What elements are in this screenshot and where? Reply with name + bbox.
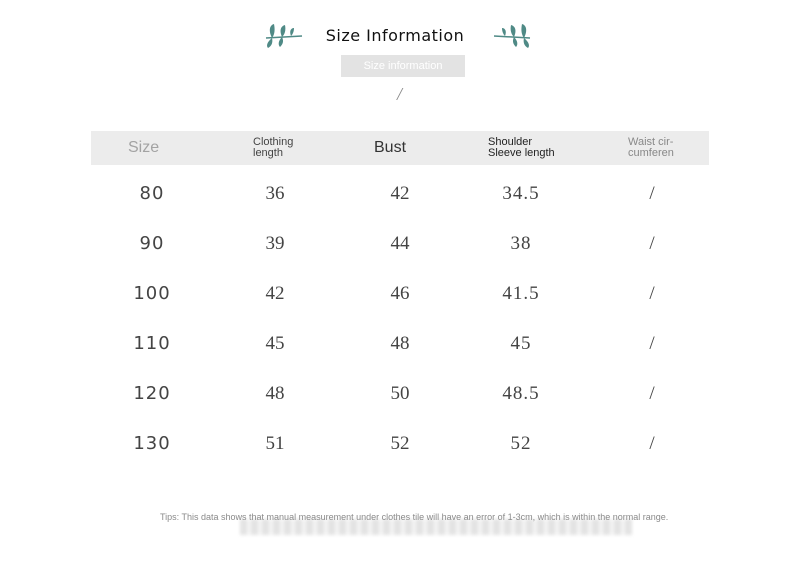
table-row: 110 45 48 45 /	[0, 333, 790, 383]
shoulder-sleeve-cell: 41.5	[502, 283, 540, 304]
table-row: 80 36 42 34.5 /	[0, 183, 790, 233]
page-title: Size Information	[325, 26, 465, 45]
clothing-length-cell: 48	[265, 383, 285, 404]
subtitle-mark: /	[397, 84, 403, 104]
shoulder-sleeve-cell: 48.5	[502, 383, 540, 404]
bust-cell: 42	[390, 183, 410, 204]
size-cell: 100	[133, 283, 171, 304]
waist-cell: /	[649, 233, 655, 254]
size-cell: 120	[133, 383, 171, 404]
shoulder-sleeve-cell: 52	[510, 433, 532, 454]
header-waist: Waist cir- cumferen	[628, 136, 674, 159]
bust-cell: 46	[390, 283, 410, 304]
tips-note: Tips: This data shows that manual measur…	[160, 512, 669, 522]
size-cell: 80	[139, 183, 165, 204]
shoulder-sleeve-cell: 45	[510, 333, 532, 354]
bust-cell: 48	[390, 333, 410, 354]
header-bust: Bust	[374, 139, 407, 156]
waist-cell: /	[649, 383, 655, 404]
size-cell: 90	[139, 233, 165, 254]
table-row: 120 48 50 48.5 /	[0, 383, 790, 433]
size-cell: 110	[133, 333, 171, 354]
clothing-length-cell: 45	[265, 333, 285, 354]
shoulder-sleeve-cell: 38	[510, 233, 532, 254]
table-header: Size Clothing length Bust Shoulder Sleev…	[91, 131, 709, 165]
table-row: 100 42 46 41.5 /	[0, 283, 790, 333]
subtitle-box: Size information	[341, 55, 465, 77]
clothing-length-cell: 39	[265, 233, 285, 254]
leaf-branch-icon	[493, 24, 531, 48]
waist-cell: /	[649, 333, 655, 354]
clothing-length-cell: 42	[265, 283, 285, 304]
bust-cell: 44	[390, 233, 410, 254]
waist-cell: /	[649, 283, 655, 304]
table-row: 90 39 44 38 /	[0, 233, 790, 283]
page-subtitle: Size information	[363, 60, 443, 72]
shoulder-sleeve-cell: 34.5	[502, 183, 540, 204]
title-section: Size Information	[0, 18, 790, 54]
bust-cell: 50	[390, 383, 410, 404]
header-size: Size	[128, 139, 160, 156]
header-shoulder-sleeve-length: Shoulder Sleeve length	[488, 136, 555, 159]
waist-cell: /	[649, 183, 655, 204]
size-cell: 130	[133, 433, 171, 454]
header-clothing-length: Clothing length	[253, 136, 294, 159]
clothing-length-cell: 51	[265, 433, 285, 454]
clothing-length-cell: 36	[265, 183, 285, 204]
bust-cell: 52	[390, 433, 410, 454]
waist-cell: /	[649, 433, 655, 454]
table-row: 130 51 52 52 /	[0, 433, 790, 483]
